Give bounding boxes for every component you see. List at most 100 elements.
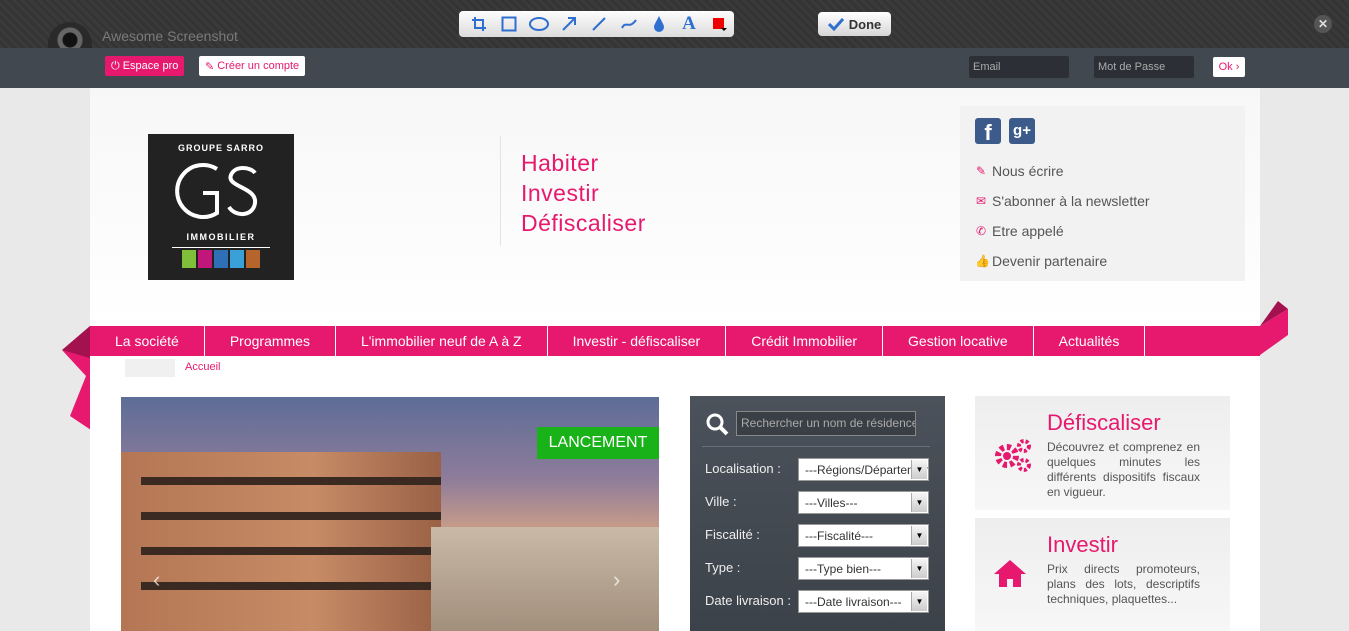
slider-prev-icon[interactable]: ‹ [153, 567, 160, 593]
logo-divider [172, 247, 270, 248]
tagline-investir: Investir [521, 180, 600, 206]
crop-icon[interactable] [464, 13, 494, 35]
contact-partner[interactable]: 👍 Devenir partenaire [975, 246, 1150, 276]
chevron-down-icon: ▼ [911, 592, 927, 611]
chevron-down-icon: ▼ [911, 526, 927, 545]
email-field[interactable]: Email [969, 56, 1069, 78]
chevron-down-icon: ▼ [911, 559, 927, 578]
fiscalite-select[interactable]: ---Fiscalité--- ▼ [798, 524, 929, 547]
nav-actualites[interactable]: Actualités [1034, 326, 1146, 356]
pencil-icon: ✎ [975, 164, 987, 178]
search-divider [702, 446, 930, 447]
line-icon[interactable] [584, 13, 614, 35]
nav-investir[interactable]: Investir - défiscaliser [548, 326, 727, 356]
search-panel: Rechercher un nom de résidence Localisat… [690, 396, 945, 631]
logo-group-name: GROUPE SARRO [177, 143, 264, 153]
nav-immobilier-neuf[interactable]: L'immobilier neuf de A à Z [336, 326, 548, 356]
espace-pro-button[interactable]: ⏻ Espace pro [105, 56, 185, 76]
login-ok-button[interactable]: Ok › [1213, 57, 1245, 77]
arrow-icon[interactable] [554, 13, 584, 35]
logo-subtitle: IMMOBILIER [186, 232, 256, 242]
slider-building-right [431, 527, 659, 631]
logo-color-1 [182, 250, 196, 268]
rectangle-icon[interactable] [494, 13, 524, 35]
facebook-icon[interactable]: f [975, 118, 1001, 145]
ellipse-icon[interactable] [524, 13, 554, 35]
tagline-defiscaliser: Défiscaliser [521, 210, 646, 236]
tagline-divider [500, 136, 501, 246]
livraison-value: ---Date livraison--- [805, 595, 902, 609]
logo-color-4 [230, 250, 244, 268]
livraison-select[interactable]: ---Date livraison--- ▼ [798, 590, 929, 613]
slider-next-icon[interactable]: › [613, 567, 620, 593]
logo-color-bars [148, 250, 294, 268]
slider-window [141, 582, 441, 590]
logo-mark [148, 155, 294, 232]
chevron-down-icon: ▼ [911, 460, 927, 479]
tagline: Habiter Investir Défiscaliser [521, 148, 646, 238]
screenshot-toolbar: Awesome Screenshot A Done ✕ [0, 0, 1349, 52]
search-icon [706, 413, 729, 436]
home-icon [994, 560, 1026, 587]
tagline-habiter: Habiter [521, 150, 599, 176]
ville-value: ---Villes--- [805, 496, 858, 510]
ribbon-right-decoration [1260, 301, 1288, 355]
slider-window [141, 512, 441, 520]
checkmark-icon [827, 17, 844, 31]
login-bar: ⏻ Espace pro ✎ Créer un compte Email Mot… [0, 48, 1349, 88]
social-links: f g+ [975, 118, 1035, 145]
residence-search-input[interactable]: Rechercher un nom de résidence [736, 411, 916, 436]
slider-window [141, 477, 441, 485]
localisation-select[interactable]: ---Régions/Départements---▼ [798, 458, 929, 481]
contact-links: ✎ Nous écrire ✉ S'abonner à la newsletter … [975, 156, 1150, 276]
promo-defiscaliser-title: Défiscaliser [1047, 410, 1161, 435]
text-icon[interactable]: A [674, 13, 704, 35]
breadcrumb-bar [125, 359, 175, 377]
annotation-tools: A [459, 11, 734, 37]
blur-icon[interactable] [644, 13, 674, 35]
promo-investir[interactable]: Investir Prix directs promoteurs, plans … [975, 518, 1230, 631]
logo-color-5 [246, 250, 260, 268]
contact-write[interactable]: ✎ Nous écrire [975, 156, 1150, 186]
chevron-down-icon: ▼ [911, 493, 927, 512]
logo-color-2 [198, 250, 212, 268]
contact-newsletter[interactable]: ✉ S'abonner à la newsletter [975, 186, 1150, 216]
fiscalite-value: ---Fiscalité--- [805, 529, 873, 543]
hero-slider[interactable]: LANCEMENT ‹ › [121, 397, 659, 631]
freehand-icon[interactable] [614, 13, 644, 35]
promo-defiscaliser[interactable]: Défiscaliser Découvrez et comprenez en q… [975, 396, 1230, 510]
type-select[interactable]: ---Type bien--- ▼ [798, 557, 929, 580]
gears-icon [995, 439, 1031, 472]
breadcrumb[interactable]: Accueil [185, 361, 220, 373]
pencil-icon: ✎ [205, 60, 215, 73]
nav-gestion[interactable]: Gestion locative [883, 326, 1034, 356]
create-account-button[interactable]: ✎ Créer un compte [199, 56, 306, 76]
close-icon[interactable]: ✕ [1314, 15, 1332, 33]
nav-societe[interactable]: La société [90, 326, 205, 356]
contact-callback[interactable]: ✆ Etre appelé [975, 216, 1150, 246]
promo-investir-title: Investir [1047, 532, 1118, 557]
logo[interactable]: GROUPE SARRO IMMOBILIER [148, 134, 294, 280]
nav-credit[interactable]: Crédit Immobilier [726, 326, 884, 356]
password-field[interactable]: Mot de Passe [1094, 56, 1194, 78]
color-picker-icon[interactable] [704, 13, 734, 35]
nav-programmes[interactable]: Programmes [205, 326, 336, 356]
slider-window [141, 547, 441, 555]
promo-defiscaliser-text: Découvrez et comprenez en quelques minut… [1047, 440, 1200, 499]
launch-badge: LANCEMENT [537, 427, 659, 459]
page-content: GROUPE SARRO IMMOBILIER Habiter Investir… [90, 88, 1260, 631]
googleplus-icon[interactable]: g+ [1009, 118, 1035, 144]
livraison-label: Date livraison : [705, 593, 791, 608]
contact-write-label: Nous écrire [992, 163, 1064, 179]
ville-label: Ville : [705, 494, 737, 509]
type-value: ---Type bien--- [805, 562, 882, 576]
main-nav: La société Programmes L'immobilier neuf … [90, 326, 1260, 356]
done-button[interactable]: Done [818, 12, 891, 36]
tool-app-title: Awesome Screenshot [102, 28, 238, 44]
fiscalite-label: Fiscalité : [705, 527, 760, 542]
create-account-label: Créer un compte [217, 60, 300, 72]
contact-partner-label: Devenir partenaire [992, 253, 1108, 269]
ville-select[interactable]: ---Villes--- ▼ [798, 491, 929, 514]
contact-box: f g+ ✎ Nous écrire ✉ S'abonner à la newsle… [960, 106, 1245, 281]
phone-icon: ✆ [975, 224, 987, 238]
